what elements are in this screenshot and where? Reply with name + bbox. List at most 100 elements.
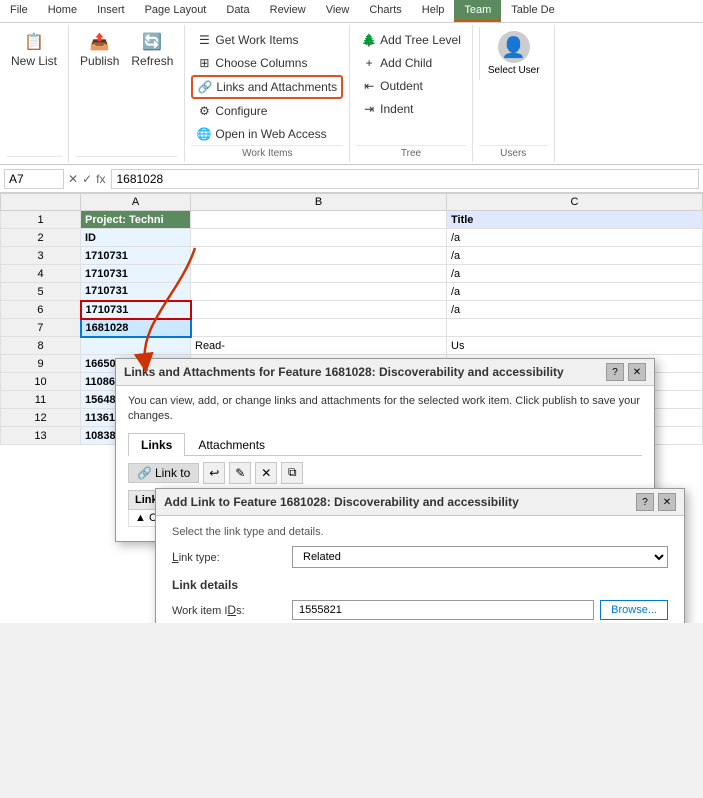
table-row: 2 ID /a — [1, 229, 703, 247]
table-row: 3 1710731 /a — [1, 247, 703, 265]
table-row: 7 1681028 — [1, 319, 703, 337]
publish-button[interactable]: 📤 Publish — [75, 27, 124, 71]
new-list-button[interactable]: 📋 New List — [6, 27, 62, 71]
cell-b8[interactable]: Read- — [191, 337, 447, 355]
formula-input[interactable] — [111, 169, 699, 189]
link-details-header: Link details — [172, 578, 668, 592]
new-list-area: 📋 New List — [6, 27, 62, 156]
cell-a3[interactable]: 1710731 — [81, 247, 191, 265]
tab-attachments[interactable]: Attachments — [185, 433, 278, 456]
cell-b5[interactable] — [191, 283, 447, 301]
refresh-button[interactable]: 🔄 Refresh — [126, 27, 178, 71]
links-dialog-help-button[interactable]: ? — [606, 363, 624, 381]
cell-c1[interactable]: Title — [447, 211, 703, 229]
tab-review[interactable]: Review — [260, 0, 316, 22]
add-link-controls: ? ✕ — [636, 493, 676, 511]
links-dialog-controls: ? ✕ — [606, 363, 646, 381]
new-group-label — [6, 156, 62, 162]
undo-link-button[interactable]: ↩ — [203, 462, 225, 484]
tab-page-layout[interactable]: Page Layout — [135, 0, 217, 22]
open-web-access-button[interactable]: 🌐 Open in Web Access — [191, 123, 343, 145]
cell-a4[interactable]: 1710731 — [81, 265, 191, 283]
confirm-formula-icon[interactable]: ✓ — [82, 172, 92, 186]
insert-function-icon[interactable]: fx — [96, 172, 105, 186]
table-row: 5 1710731 /a — [1, 283, 703, 301]
outdent-icon: ⇤ — [361, 78, 377, 94]
choose-columns-button[interactable]: ⊞ Choose Columns — [191, 52, 343, 74]
cell-c2[interactable]: /a — [447, 229, 703, 247]
link-to-button[interactable]: 🔗 Link to — [128, 463, 199, 483]
refresh-label: Refresh — [131, 54, 173, 68]
cell-c8[interactable]: Us — [447, 337, 703, 355]
tab-charts[interactable]: Charts — [359, 0, 411, 22]
cell-a6[interactable]: 1710731 — [81, 301, 191, 319]
cell-b7[interactable] — [191, 319, 447, 337]
work-item-ids-input[interactable] — [292, 600, 594, 620]
links-icon: 🔗 — [197, 79, 213, 95]
tab-team[interactable]: Team — [454, 0, 501, 22]
cell-b3[interactable] — [191, 247, 447, 265]
cell-c3[interactable]: /a — [447, 247, 703, 265]
cell-a7[interactable]: 1681028 — [81, 319, 191, 337]
links-dialog-close-button[interactable]: ✕ — [628, 363, 646, 381]
row-num: 5 — [1, 283, 81, 301]
cell-b2[interactable] — [191, 229, 447, 247]
tab-data[interactable]: Data — [216, 0, 259, 22]
cell-c7[interactable] — [447, 319, 703, 337]
add-link-help-button[interactable]: ? — [636, 493, 654, 511]
work-item-ids-field: Browse... — [292, 600, 668, 620]
user-icon: 👤 — [498, 31, 530, 63]
tab-view[interactable]: View — [316, 0, 360, 22]
delete-link-button[interactable]: ✕ — [255, 462, 277, 484]
indent-icon: ⇥ — [361, 101, 377, 117]
refresh-icon: 🔄 — [140, 30, 164, 54]
cell-c5[interactable]: /a — [447, 283, 703, 301]
cell-a8[interactable] — [81, 337, 191, 355]
row-num: 11 — [1, 391, 81, 409]
row-num: 1 — [1, 211, 81, 229]
outdent-button[interactable]: ⇤ Outdent — [356, 75, 466, 97]
tab-insert[interactable]: Insert — [87, 0, 135, 22]
cancel-formula-icon[interactable]: ✕ — [68, 172, 78, 186]
publish-refresh-area: 📤 Publish 🔄 Refresh — [75, 27, 178, 156]
select-user-label[interactable]: Select User — [488, 65, 540, 76]
cell-c4[interactable]: /a — [447, 265, 703, 283]
add-tree-level-button[interactable]: 🌲 Add Tree Level — [356, 29, 466, 51]
edit-link-button[interactable]: ✎ — [229, 462, 251, 484]
tree-icon: 🌲 — [361, 32, 377, 48]
cell-reference[interactable] — [4, 169, 64, 189]
cell-b4[interactable] — [191, 265, 447, 283]
row-num: 7 — [1, 319, 81, 337]
tab-links[interactable]: Links — [128, 433, 185, 456]
cell-b1[interactable] — [191, 211, 447, 229]
links-and-attachments-button[interactable]: 🔗 Links and Attachments — [191, 75, 343, 99]
tab-file[interactable]: File — [0, 0, 38, 22]
col-header-b: B — [191, 194, 447, 211]
add-link-dialog: Add Link to Feature 1681028: Discoverabi… — [155, 488, 685, 623]
tab-table-de[interactable]: Table De — [501, 0, 564, 22]
choose-columns-icon: ⊞ — [196, 55, 212, 71]
new-list-icon: 📋 — [22, 30, 46, 54]
cell-a5[interactable]: 1710731 — [81, 283, 191, 301]
add-child-button[interactable]: + Add Child — [356, 52, 466, 74]
cell-c6[interactable]: /a — [447, 301, 703, 319]
cell-a2[interactable]: ID — [81, 229, 191, 247]
configure-button[interactable]: ⚙ Configure — [191, 100, 343, 122]
copy-link-button[interactable]: ⧉ — [281, 462, 303, 484]
configure-icon: ⚙ — [196, 103, 212, 119]
tab-home[interactable]: Home — [38, 0, 87, 22]
add-link-title: Add Link to Feature 1681028: Discoverabi… — [164, 495, 519, 509]
browse-button[interactable]: Browse... — [600, 600, 668, 620]
tab-help[interactable]: Help — [412, 0, 455, 22]
select-user-area: 👤 Select User — [479, 27, 548, 80]
indent-label: Indent — [380, 102, 413, 116]
cell-b6[interactable] — [191, 301, 447, 319]
row-num: 8 — [1, 337, 81, 355]
publish-group-label — [75, 156, 178, 162]
cell-a1[interactable]: Project: Techni — [81, 211, 191, 229]
get-work-items-button[interactable]: ☰ Get Work Items — [191, 29, 343, 51]
add-link-close-button[interactable]: ✕ — [658, 493, 676, 511]
link-type-select[interactable]: Related — [292, 546, 668, 568]
work-item-ids-row: Work item IDs: Browse... — [172, 600, 668, 620]
indent-button[interactable]: ⇥ Indent — [356, 98, 466, 120]
